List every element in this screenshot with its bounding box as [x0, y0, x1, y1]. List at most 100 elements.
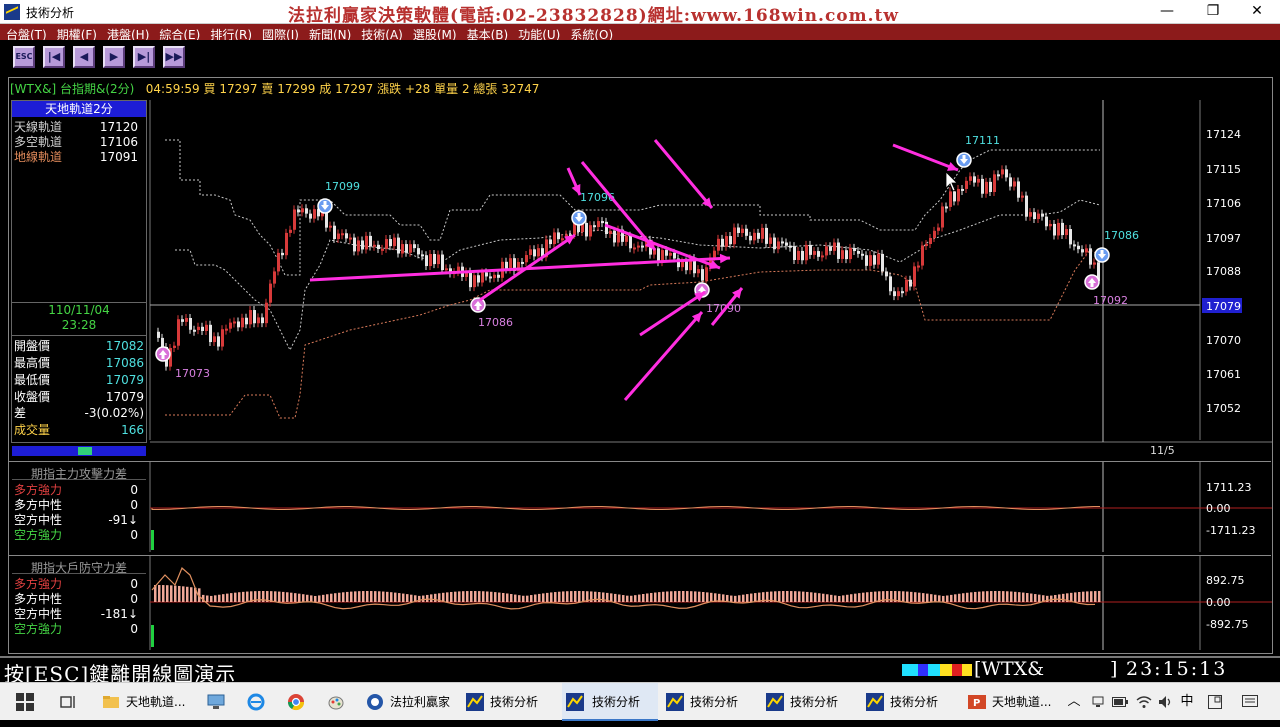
panel2-bar: [1002, 591, 1005, 602]
candle-body: [765, 227, 768, 244]
panel2-bar: [602, 592, 605, 602]
taskbar-item-ferrari[interactable]: 法拉利贏家: [366, 683, 456, 721]
panel2-bar: [506, 593, 509, 602]
panel2-bar: [614, 593, 617, 602]
candle-body: [309, 213, 312, 219]
status-clock: 23:15:13: [1126, 658, 1228, 680]
candle-body: [361, 240, 364, 250]
candle-body: [1033, 212, 1036, 220]
panel2-bar: [434, 593, 437, 602]
panel2-bar: [278, 591, 281, 602]
candle-body: [741, 228, 744, 233]
candle-body: [1053, 223, 1056, 236]
status-bracket: ]: [1110, 658, 1118, 680]
task-view-button[interactable]: [56, 683, 80, 721]
candle-body: [945, 206, 948, 209]
taskbar-item-tech5[interactable]: 技術分析: [866, 683, 956, 721]
taskbar-item-ppt[interactable]: P 天地軌道...: [968, 683, 1060, 721]
panel2-bar: [446, 592, 449, 602]
candle-body: [445, 268, 448, 271]
taskbar-chrome[interactable]: [284, 683, 308, 721]
panel2-bar: [402, 593, 405, 602]
panel2-bar: [958, 593, 961, 602]
candle-body: [229, 322, 232, 329]
panel2-bar: [342, 592, 345, 602]
tray-ime-mode[interactable]: [1204, 683, 1226, 721]
taskbar-paint[interactable]: [324, 683, 348, 721]
candle-body: [681, 261, 684, 268]
taskbar-item-folder[interactable]: 天地軌道...: [102, 683, 194, 721]
candle-body: [537, 248, 540, 257]
panel2-bar: [362, 591, 365, 602]
panel2-bar: [382, 591, 385, 602]
candle-body: [857, 251, 860, 254]
panel2-bar: [690, 591, 693, 602]
notification-button[interactable]: [1238, 683, 1262, 721]
candle-body: [893, 291, 896, 297]
candle-body: [629, 235, 632, 249]
tray-network[interactable]: [1088, 683, 1108, 721]
candle-body: [557, 232, 560, 240]
panel2-bar: [694, 591, 697, 602]
panel2-bar: [450, 591, 453, 602]
taskbar-item-tech2[interactable]: 技術分析: [562, 683, 658, 721]
panel2-bar: [702, 591, 705, 602]
candle-body: [749, 235, 752, 241]
panel2-bar: [1058, 594, 1061, 602]
panel2-bar: [558, 591, 561, 602]
candle-body: [1001, 169, 1004, 175]
ime-indicator[interactable]: 中: [1176, 683, 1198, 721]
candle-body: [593, 225, 596, 228]
taskbar-pc[interactable]: [204, 683, 228, 721]
svg-text:P: P: [973, 698, 980, 709]
candle-body: [485, 272, 488, 277]
panel2-bar: [634, 595, 637, 602]
panel2-bar: [998, 591, 1001, 602]
candle-body: [305, 208, 308, 214]
candle-body: [425, 255, 428, 267]
panel2-bar: [502, 592, 505, 602]
panel2-bar: [638, 594, 641, 602]
panel2-bar: [686, 591, 689, 602]
tray-wifi[interactable]: [1134, 683, 1154, 721]
panel2-bar: [1074, 592, 1077, 602]
panel2-bar: [798, 591, 801, 602]
start-button[interactable]: [10, 683, 40, 721]
price-axis-tick: 17052: [1206, 402, 1241, 415]
panel2-bar: [666, 591, 669, 602]
candle-body: [877, 253, 880, 265]
panel2-bar: [658, 592, 661, 602]
computer-icon: [207, 694, 225, 709]
taskbar-item-tech3[interactable]: 技術分析: [666, 683, 756, 721]
candle-body: [197, 326, 200, 331]
candle-body: [193, 329, 196, 332]
panel2-bar: [538, 593, 541, 602]
candle-body: [181, 319, 184, 322]
candle-body: [809, 244, 812, 255]
taskbar-ie[interactable]: [244, 683, 268, 721]
candle-body: [161, 337, 164, 347]
annotation-arrow: [623, 311, 704, 401]
tray-battery[interactable]: [1110, 683, 1130, 721]
taskbar-item-tech4[interactable]: 技術分析: [766, 683, 856, 721]
taskbar-item-tech1[interactable]: 技術分析: [466, 683, 556, 721]
panel2-bar: [866, 592, 869, 602]
candle-body: [657, 248, 660, 263]
candle-body: [285, 232, 288, 256]
tray-overflow[interactable]: ︿: [1064, 683, 1084, 721]
panel2-bar: [354, 591, 357, 602]
candle-body: [729, 236, 732, 245]
candle-body: [597, 221, 600, 228]
panel2-bar: [274, 591, 277, 602]
tech-analysis-icon: [466, 693, 484, 711]
candle-body: [725, 236, 728, 247]
price-chart[interactable]: 17124 17115 17106 17097 17088 17070 17061 17052…: [0, 0, 1280, 720]
panel2-bar: [982, 591, 985, 602]
panel2-bar: [738, 595, 741, 602]
tray-volume[interactable]: [1156, 683, 1176, 721]
candle-body: [965, 180, 968, 189]
candle-body: [829, 246, 832, 251]
candle-body: [1037, 213, 1040, 220]
candle-body: [533, 249, 536, 257]
candle-body: [997, 174, 1000, 177]
